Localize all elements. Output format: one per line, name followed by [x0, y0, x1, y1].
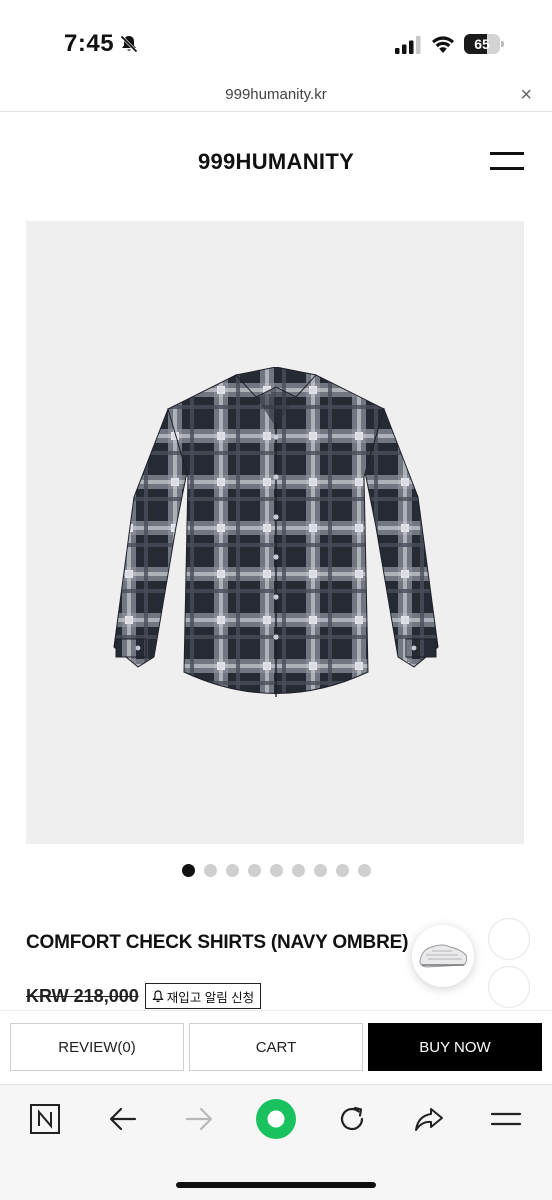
review-button[interactable]: REVIEW(0) — [10, 1023, 184, 1071]
home-indicator — [176, 1182, 376, 1188]
url-text[interactable]: 999humanity.kr — [0, 86, 552, 103]
carousel-dot[interactable] — [335, 864, 349, 877]
purchase-action-bar: REVIEW(0) CART BUY NOW — [0, 1010, 552, 1084]
battery-percent: 65 — [474, 36, 490, 52]
floating-circle-button-bottom[interactable] — [488, 966, 530, 1008]
plaid-shirt-image — [113, 367, 439, 697]
original-price: KRW 218,000 — [26, 985, 139, 1006]
carousel-dot[interactable] — [357, 864, 371, 877]
carousel-dot[interactable] — [291, 864, 305, 877]
restock-alert-button[interactable]: 재입고 알림 신청 — [144, 983, 262, 1009]
status-time: 7:45 — [64, 30, 115, 57]
carousel-dot[interactable] — [225, 864, 239, 877]
back-arrow-icon[interactable] — [107, 1103, 139, 1135]
carousel-indicator[interactable] — [0, 864, 552, 878]
buy-now-button[interactable]: BUY NOW — [368, 1023, 542, 1071]
product-image[interactable] — [26, 221, 524, 844]
price-row: KRW 218,000 재입고 알림 신청 — [26, 982, 262, 1010]
bell-off-icon — [120, 35, 138, 53]
sneaker-icon — [419, 944, 468, 968]
carousel-dot[interactable] — [269, 864, 283, 877]
share-icon[interactable] — [413, 1103, 445, 1135]
floating-circle-button-top[interactable] — [488, 918, 530, 960]
carousel-dot[interactable] — [247, 864, 261, 877]
forward-arrow-icon — [185, 1107, 213, 1131]
carousel-dot[interactable] — [203, 864, 217, 877]
menu-icon[interactable] — [490, 1103, 522, 1135]
status-bar: 7:45 65 — [0, 0, 552, 86]
carousel-dot[interactable] — [181, 864, 195, 877]
cart-button[interactable]: CART — [189, 1023, 363, 1071]
restock-alert-label: 재입고 알림 신청 — [166, 990, 255, 1005]
hamburger-menu-icon[interactable] — [490, 152, 524, 172]
green-home-icon[interactable] — [255, 1098, 297, 1140]
product-title: COMFORT CHECK SHIRTS (NAVY OMBRE) — [26, 932, 409, 953]
floating-product-thumbnail[interactable] — [412, 925, 474, 987]
site-logo[interactable]: 999HUMANITY — [0, 149, 552, 175]
carousel-dot[interactable] — [313, 864, 327, 877]
close-icon[interactable]: × — [520, 84, 532, 107]
naver-n-icon[interactable] — [29, 1103, 61, 1135]
wifi-icon — [432, 36, 454, 53]
cellular-signal-icon — [395, 36, 421, 54]
bell-icon — [152, 989, 164, 1002]
reload-icon[interactable] — [336, 1103, 368, 1135]
url-bar[interactable]: 999humanity.kr × — [0, 80, 552, 112]
site-header: 999HUMANITY — [0, 112, 552, 212]
battery-icon: 65 — [464, 34, 504, 54]
